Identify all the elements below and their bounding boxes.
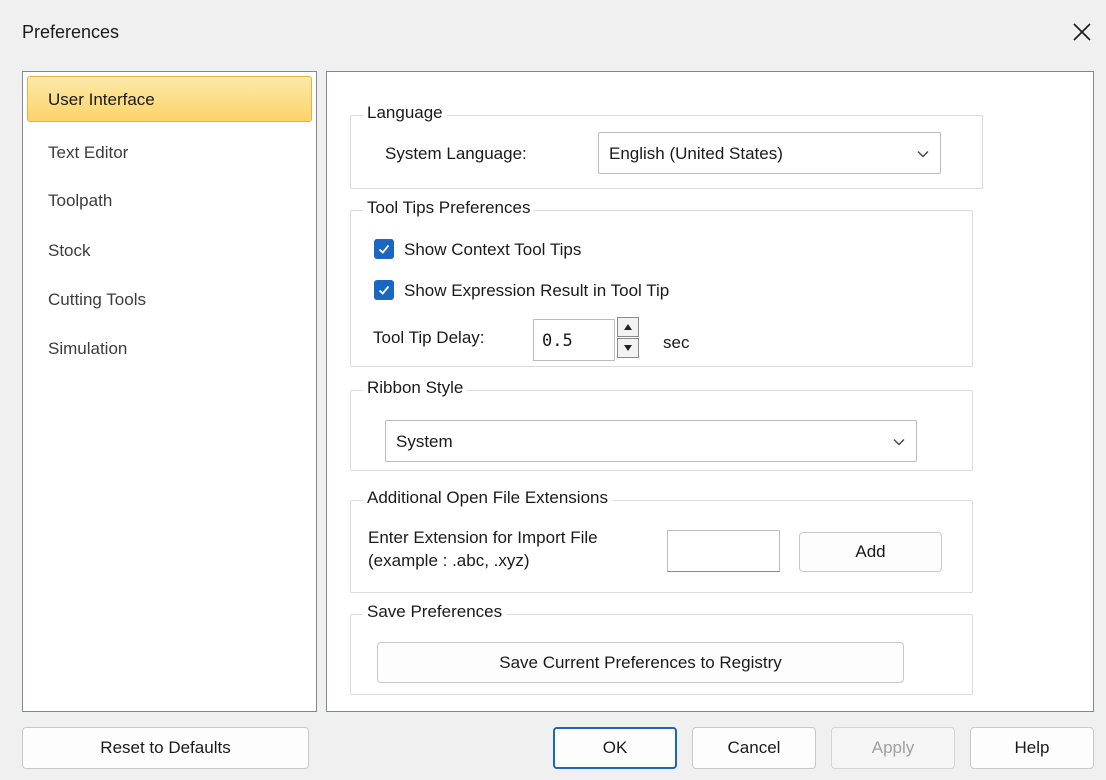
checkmark-icon — [378, 244, 390, 254]
tooltip-delay-label: Tool Tip Delay: — [373, 328, 485, 347]
tooltips-group-title: Tool Tips Preferences — [363, 198, 535, 218]
save-to-registry-button[interactable]: Save Current Preferences to Registry — [377, 642, 904, 683]
chevron-down-icon — [893, 439, 905, 446]
save-preferences-group-title: Save Preferences — [363, 602, 507, 622]
tooltip-delay-stepper — [617, 317, 639, 359]
extension-input[interactable] — [667, 530, 780, 572]
sidebar-item-cutting-tools[interactable]: Cutting Tools — [27, 276, 312, 322]
ribbon-style-group: Ribbon Style System — [350, 378, 973, 471]
cancel-button[interactable]: Cancel — [692, 727, 816, 769]
system-language-label: System Language: — [385, 144, 527, 163]
category-list: User Interface Text Editor Toolpath Stoc… — [22, 71, 317, 712]
apply-button[interactable]: Apply — [831, 727, 955, 769]
show-context-tooltips-checkbox[interactable] — [374, 239, 394, 259]
sidebar-item-simulation[interactable]: Simulation — [27, 325, 312, 371]
sidebar-item-stock[interactable]: Stock — [27, 227, 312, 273]
file-extensions-group-title: Additional Open File Extensions — [363, 488, 612, 508]
show-expression-result-checkbox[interactable] — [374, 280, 394, 300]
ribbon-style-group-title: Ribbon Style — [363, 378, 468, 398]
sidebar-item-text-editor[interactable]: Text Editor — [27, 129, 312, 175]
file-extensions-group: Additional Open File Extensions Enter Ex… — [350, 488, 973, 593]
tooltip-delay-unit: sec — [663, 333, 690, 352]
checkmark-icon — [378, 285, 390, 295]
ribbon-style-dropdown[interactable]: System — [385, 420, 917, 462]
system-language-value: English (United States) — [609, 144, 783, 163]
close-icon — [1073, 23, 1091, 41]
ribbon-style-value: System — [396, 432, 453, 451]
reset-to-defaults-button[interactable]: Reset to Defaults — [22, 727, 309, 769]
save-preferences-group: Save Preferences Save Current Preference… — [350, 602, 973, 695]
show-context-tooltips-label[interactable]: Show Context Tool Tips — [404, 240, 581, 260]
tooltips-group: Tool Tips Preferences Show Context Tool … — [350, 198, 973, 367]
window-title: Preferences — [22, 22, 120, 42]
system-language-dropdown[interactable]: English (United States) — [598, 132, 941, 174]
add-extension-button[interactable]: Add — [799, 532, 942, 572]
arrow-up-icon — [624, 324, 632, 330]
chevron-down-icon — [917, 151, 929, 158]
spin-up-button[interactable] — [617, 317, 639, 337]
tooltip-delay-input[interactable]: 0.5 — [533, 319, 615, 361]
extension-prompt-line2: (example : .abc, .xyz) — [368, 551, 530, 570]
extension-prompt-line1: Enter Extension for Import File — [368, 528, 598, 547]
settings-panel: Language System Language: English (Unite… — [326, 71, 1094, 712]
title-bar: Preferences — [0, 0, 1106, 66]
help-button[interactable]: Help — [970, 727, 1094, 769]
spin-down-button[interactable] — [617, 338, 639, 358]
sidebar-item-toolpath[interactable]: Toolpath — [27, 177, 312, 223]
arrow-down-icon — [624, 345, 632, 351]
sidebar-item-user-interface[interactable]: User Interface — [27, 76, 312, 122]
show-expression-result-label[interactable]: Show Expression Result in Tool Tip — [404, 281, 669, 301]
close-button[interactable] — [1058, 10, 1106, 54]
language-group-title: Language — [363, 103, 447, 123]
ok-button[interactable]: OK — [553, 727, 677, 769]
language-group: Language System Language: English (Unite… — [350, 103, 983, 189]
